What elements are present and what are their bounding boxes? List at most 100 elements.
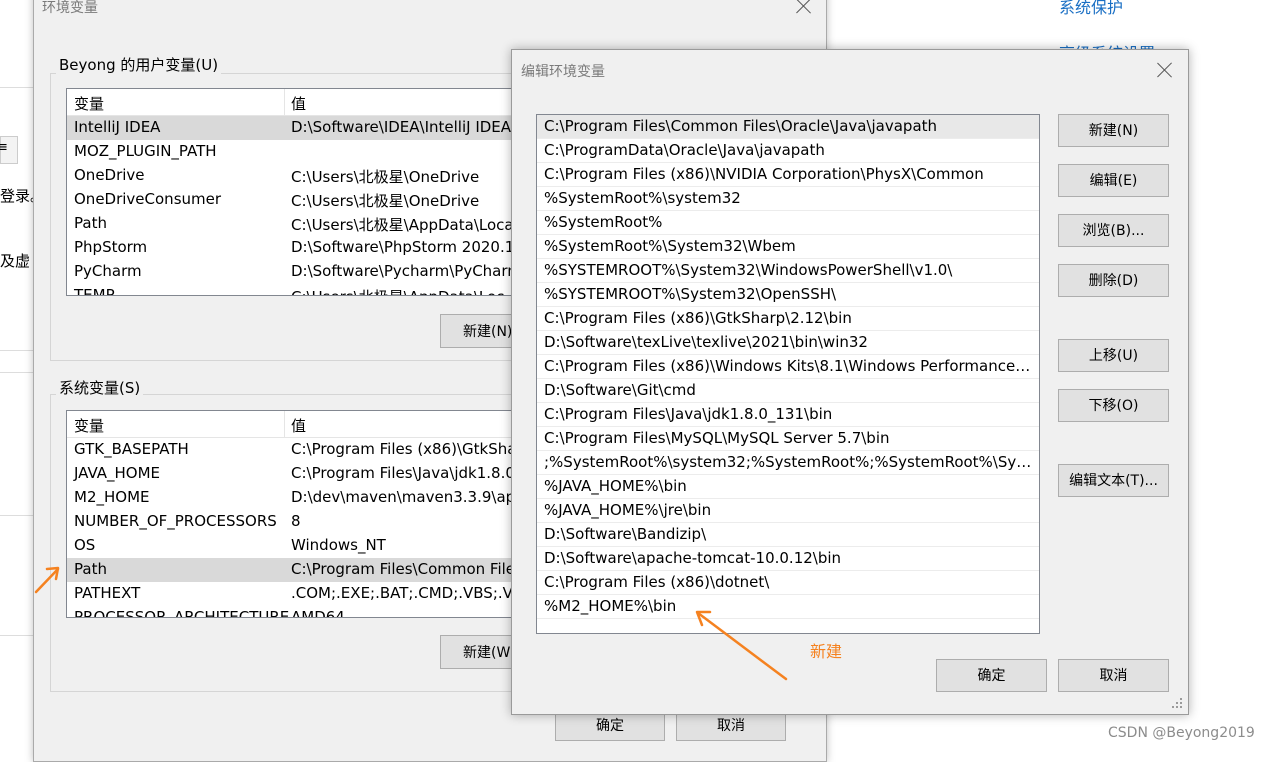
table-row[interactable]: OneDriveConsumer C:\Users\北极星\OneDrive — [67, 188, 517, 212]
row-value: C:\Program Files\Common File — [291, 560, 516, 578]
divider — [0, 372, 33, 373]
table-row[interactable]: TEMP C:\Users\北极星\AppData\Loc — [67, 284, 517, 295]
row-value: C:\Users\北极星\OneDrive — [291, 192, 480, 210]
list-item[interactable]: C:\Program Files (x86)\Windows Kits\8.1\… — [537, 355, 1039, 379]
list-item[interactable]: C:\Program Files (x86)\NVIDIA Corporatio… — [537, 163, 1039, 187]
row-variable: OneDrive — [74, 166, 145, 184]
table-row[interactable]: PATHEXT .COM;.EXE;.BAT;.CMD;.VBS;.VBE — [67, 582, 517, 606]
row-variable: Path — [74, 560, 107, 578]
edit-entry-button[interactable]: 编辑(E) — [1058, 164, 1169, 197]
close-icon[interactable] — [796, 0, 812, 14]
list-item[interactable]: %SystemRoot%\System32\Wbem — [537, 235, 1039, 259]
path-entry-text: D:\Software\Bandizip\ — [544, 525, 707, 543]
column-header-value[interactable]: 值 — [291, 415, 306, 436]
path-entry-text: C:\ProgramData\Oracle\Java\javapath — [544, 141, 825, 159]
list-item[interactable]: D:\Software\Bandizip\ — [537, 523, 1039, 547]
row-variable: PyCharm — [74, 262, 142, 280]
row-value: Windows_NT — [291, 536, 386, 554]
path-entry-text: %JAVA_HOME%\jre\bin — [544, 501, 712, 519]
path-entry-text: D:\Software\Git\cmd — [544, 381, 696, 399]
path-entry-text: C:\Program Files (x86)\GtkSharp\2.12\bin — [544, 309, 852, 327]
row-variable: OneDriveConsumer — [74, 190, 222, 208]
list-item[interactable]: C:\Program Files\Java\jdk1.8.0_131\bin — [537, 403, 1039, 427]
annotation-new-label: 新建 — [810, 642, 843, 661]
list-item[interactable]: %SystemRoot% — [537, 211, 1039, 235]
column-header-variable[interactable]: 变量 — [74, 415, 104, 436]
list-item[interactable]: C:\ProgramData\Oracle\Java\javapath — [537, 139, 1039, 163]
edit-text-button[interactable]: 编辑文本(T)... — [1058, 464, 1169, 497]
list-item[interactable]: %SystemRoot%\system32 — [537, 187, 1039, 211]
row-value: C:\Users\北极星\AppData\Loc — [291, 286, 504, 295]
delete-entry-button[interactable]: 删除(D) — [1058, 264, 1169, 297]
column-header-value[interactable]: 值 — [291, 93, 306, 114]
list-item[interactable]: %JAVA_HOME%\jre\bin — [537, 499, 1039, 523]
list-item[interactable]: D:\Software\texLive\texlive\2021\bin\win… — [537, 331, 1039, 355]
watermark: CSDN @Beyong2019 — [1108, 725, 1255, 741]
annotation-arrow-icon — [695, 610, 788, 681]
column-header-variable[interactable]: 变量 — [74, 93, 104, 114]
list-item[interactable]: C:\Program Files\MySQL\MySQL Server 5.7\… — [537, 427, 1039, 451]
row-variable: PATHEXT — [74, 584, 141, 602]
table-row[interactable]: JAVA_HOME C:\Program Files\Java\jdk1.8.0_ — [67, 462, 517, 486]
list-item[interactable]: D:\Software\apache-tomcat-10.0.12\bin — [537, 547, 1039, 571]
table-row[interactable]: PROCESSOR_ARCHITECTURE AMD64 — [67, 606, 517, 618]
path-entry-text: C:\Program Files\Common Files\Oracle\Jav… — [544, 117, 938, 135]
dialog-cancel-button[interactable]: 取消 — [1058, 659, 1169, 692]
row-variable: GTK_BASEPATH — [74, 440, 189, 458]
path-entry-text: C:\Program Files\Java\jdk1.8.0_131\bin — [544, 405, 833, 423]
move-up-button[interactable]: 上移(U) — [1058, 339, 1169, 372]
row-value: D:\Software\Pycharm\PyCharm — [291, 262, 518, 280]
browse-button[interactable]: 浏览(B)... — [1058, 214, 1169, 247]
path-entries-list[interactable]: C:\Program Files\Common Files\Oracle\Jav… — [536, 114, 1040, 634]
row-value: D:\dev\maven\maven3.3.9\apa — [291, 488, 518, 506]
dialog-title: 编辑环境变量 — [521, 64, 605, 80]
path-entry-text: D:\Software\apache-tomcat-10.0.12\bin — [544, 549, 842, 567]
list-item[interactable]: C:\Program Files (x86)\dotnet\ — [537, 571, 1039, 595]
table-row[interactable]: Path C:\Users\北极星\AppData\Loca — [67, 212, 517, 236]
annotation-arrow-icon — [34, 566, 60, 594]
new-entry-button[interactable]: 新建(N) — [1058, 114, 1169, 147]
row-value: .COM;.EXE;.BAT;.CMD;.VBS;.VBE — [291, 584, 518, 602]
background-partial-text: 及虚 — [0, 252, 31, 270]
list-item[interactable]: C:\Program Files (x86)\GtkSharp\2.12\bin — [537, 307, 1039, 331]
row-variable: M2_HOME — [74, 488, 150, 506]
row-value: C:\Program Files (x86)\GtkShar — [291, 440, 518, 458]
list-item[interactable]: %SYSTEMROOT%\System32\OpenSSH\ — [537, 283, 1039, 307]
path-entry-text: C:\Program Files (x86)\Windows Kits\8.1\… — [544, 357, 1033, 375]
path-entry-text: %SYSTEMROOT%\System32\OpenSSH\ — [544, 285, 837, 303]
table-row[interactable]: OneDrive C:\Users\北极星\OneDrive — [67, 164, 517, 188]
column-divider — [284, 411, 285, 437]
row-value: 8 — [291, 512, 301, 530]
table-row[interactable]: MOZ_PLUGIN_PATH — [67, 140, 517, 164]
row-variable: PROCESSOR_ARCHITECTURE — [74, 608, 290, 618]
user-variables-table[interactable]: 变量 值 IntelliJ IDEA D:\Software\IDEA\Intel… — [66, 88, 518, 296]
system-protection-link[interactable]: 系统保护 — [1059, 0, 1123, 18]
table-row[interactable]: M2_HOME D:\dev\maven\maven3.3.9\apa — [67, 486, 517, 510]
row-value: C:\Users\北极星\OneDrive — [291, 168, 480, 186]
row-value: C:\Users\北极星\AppData\Loca — [291, 216, 514, 234]
close-icon[interactable] — [1157, 62, 1173, 78]
list-item[interactable]: C:\Program Files\Common Files\Oracle\Jav… — [537, 115, 1039, 139]
dialog-ok-button[interactable]: 确定 — [936, 659, 1047, 692]
window-title: 环境变量 — [42, 0, 98, 16]
table-row[interactable]: Path C:\Program Files\Common File — [67, 558, 517, 582]
table-row[interactable]: PyCharm D:\Software\Pycharm\PyCharm — [67, 260, 517, 284]
row-variable: OS — [74, 536, 96, 554]
list-item[interactable]: D:\Software\Git\cmd — [537, 379, 1039, 403]
row-value: D:\Software\PhpStorm 2020.1\ — [291, 238, 518, 256]
list-item[interactable]: %JAVA_HOME%\bin — [537, 475, 1039, 499]
path-entry-text: C:\Program Files (x86)\dotnet\ — [544, 573, 770, 591]
table-row[interactable]: NUMBER_OF_PROCESSORS 8 — [67, 510, 517, 534]
divider — [0, 515, 33, 516]
system-variables-table[interactable]: 变量 值 GTK_BASEPATH C:\Program Files (x86)\… — [66, 410, 518, 618]
edit-environment-variable-dialog: 编辑环境变量 C:\Program Files\Common Files\Ora… — [511, 49, 1189, 715]
path-entry-text: D:\Software\texLive\texlive\2021\bin\win… — [544, 333, 868, 351]
list-item[interactable]: ;%SystemRoot%\system32;%SystemRoot%;%Sys… — [537, 451, 1039, 475]
table-row[interactable]: GTK_BASEPATH C:\Program Files (x86)\GtkSh… — [67, 438, 517, 462]
table-row[interactable]: IntelliJ IDEA D:\Software\IDEA\IntelliJ I… — [67, 116, 517, 140]
table-row[interactable]: OS Windows_NT — [67, 534, 517, 558]
list-item[interactable]: %SYSTEMROOT%\System32\WindowsPowerShell\… — [537, 259, 1039, 283]
move-down-button[interactable]: 下移(O) — [1058, 389, 1169, 422]
table-row[interactable]: PhpStorm D:\Software\PhpStorm 2020.1\ — [67, 236, 517, 260]
resize-grip-icon[interactable] — [1172, 698, 1184, 710]
